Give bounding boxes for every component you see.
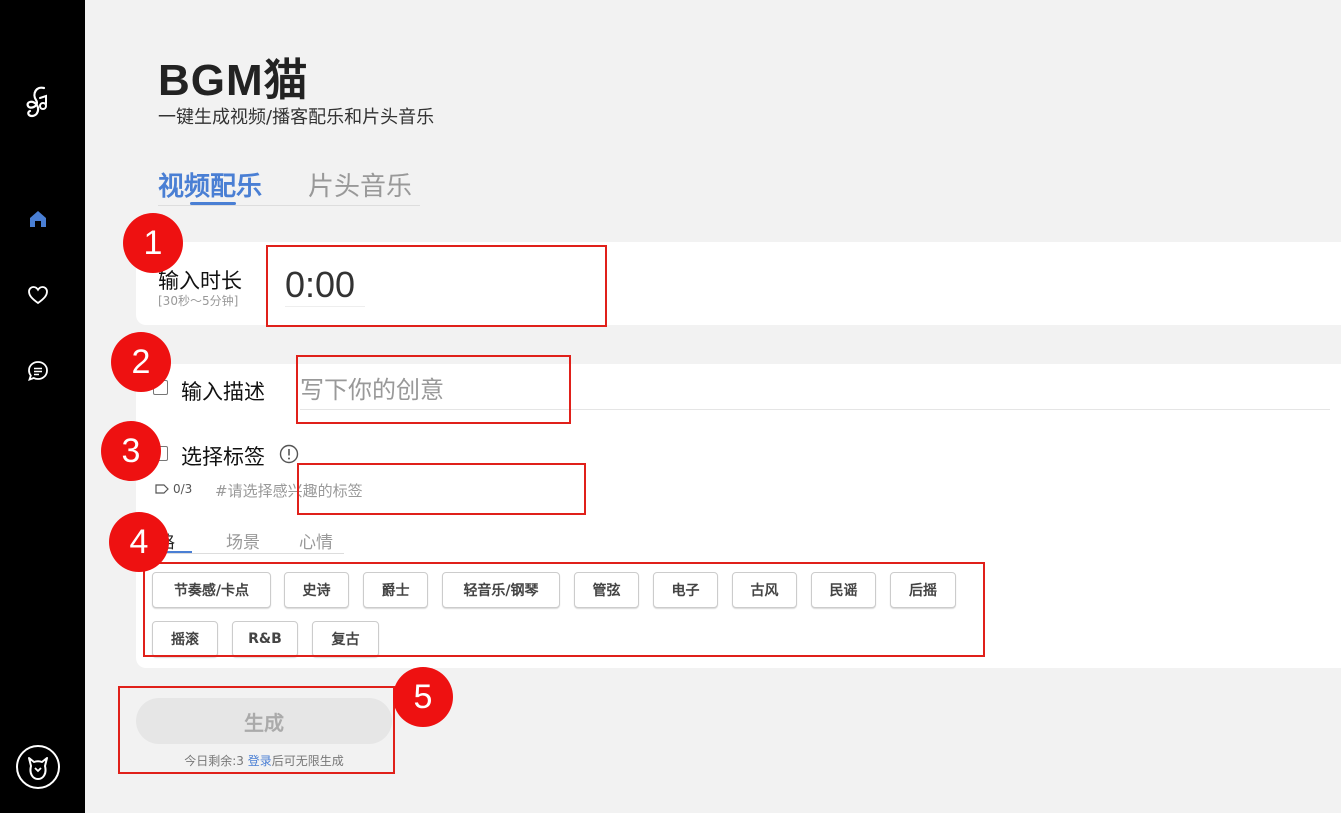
annotation-badge-4: 4 — [109, 512, 169, 572]
tab-video-bgm[interactable]: 视频配乐 — [158, 166, 262, 203]
annotation-badge-2: 2 — [111, 332, 171, 392]
logo-icon[interactable] — [22, 86, 54, 118]
annotation-box-2 — [296, 355, 571, 424]
cat-avatar-icon[interactable] — [15, 744, 61, 790]
duration-hint: [30秒～5分钟] — [158, 294, 239, 308]
chat-icon[interactable] — [22, 355, 54, 387]
annotation-badge-3: 3 — [101, 421, 161, 481]
tag-count-text: 0/3 — [173, 482, 193, 496]
sidebar — [0, 0, 85, 813]
annotation-box-3 — [297, 463, 586, 515]
tab-active-indicator — [190, 202, 236, 205]
home-icon[interactable] — [22, 203, 54, 235]
annotation-box-1 — [266, 245, 607, 327]
annotation-box-4 — [143, 562, 985, 657]
tag-icon — [155, 484, 169, 494]
annotation-badge-1: 1 — [123, 213, 183, 273]
duration-label: 输入时长 — [158, 269, 242, 293]
tab-intro-music[interactable]: 片头音乐 — [308, 166, 412, 203]
mode-tabs: 视频配乐 片头音乐 — [158, 166, 420, 206]
description-label: 输入描述 — [181, 380, 265, 404]
tab-scene[interactable]: 场景 — [226, 528, 260, 553]
annotation-badge-5: 5 — [393, 667, 453, 727]
app-subtitle: 一键生成视频/播客配乐和片头音乐 — [158, 107, 435, 128]
tag-category-tabs: 格 场景 心情 — [158, 528, 344, 554]
tab-mood[interactable]: 心情 — [299, 528, 333, 553]
tag-count: 0/3 — [155, 482, 192, 496]
heart-icon[interactable] — [22, 279, 54, 311]
info-icon[interactable] — [279, 444, 299, 468]
tags-label: 选择标签 — [181, 445, 265, 469]
annotation-box-5 — [118, 686, 395, 774]
app-title: BGM猫 — [158, 56, 309, 105]
